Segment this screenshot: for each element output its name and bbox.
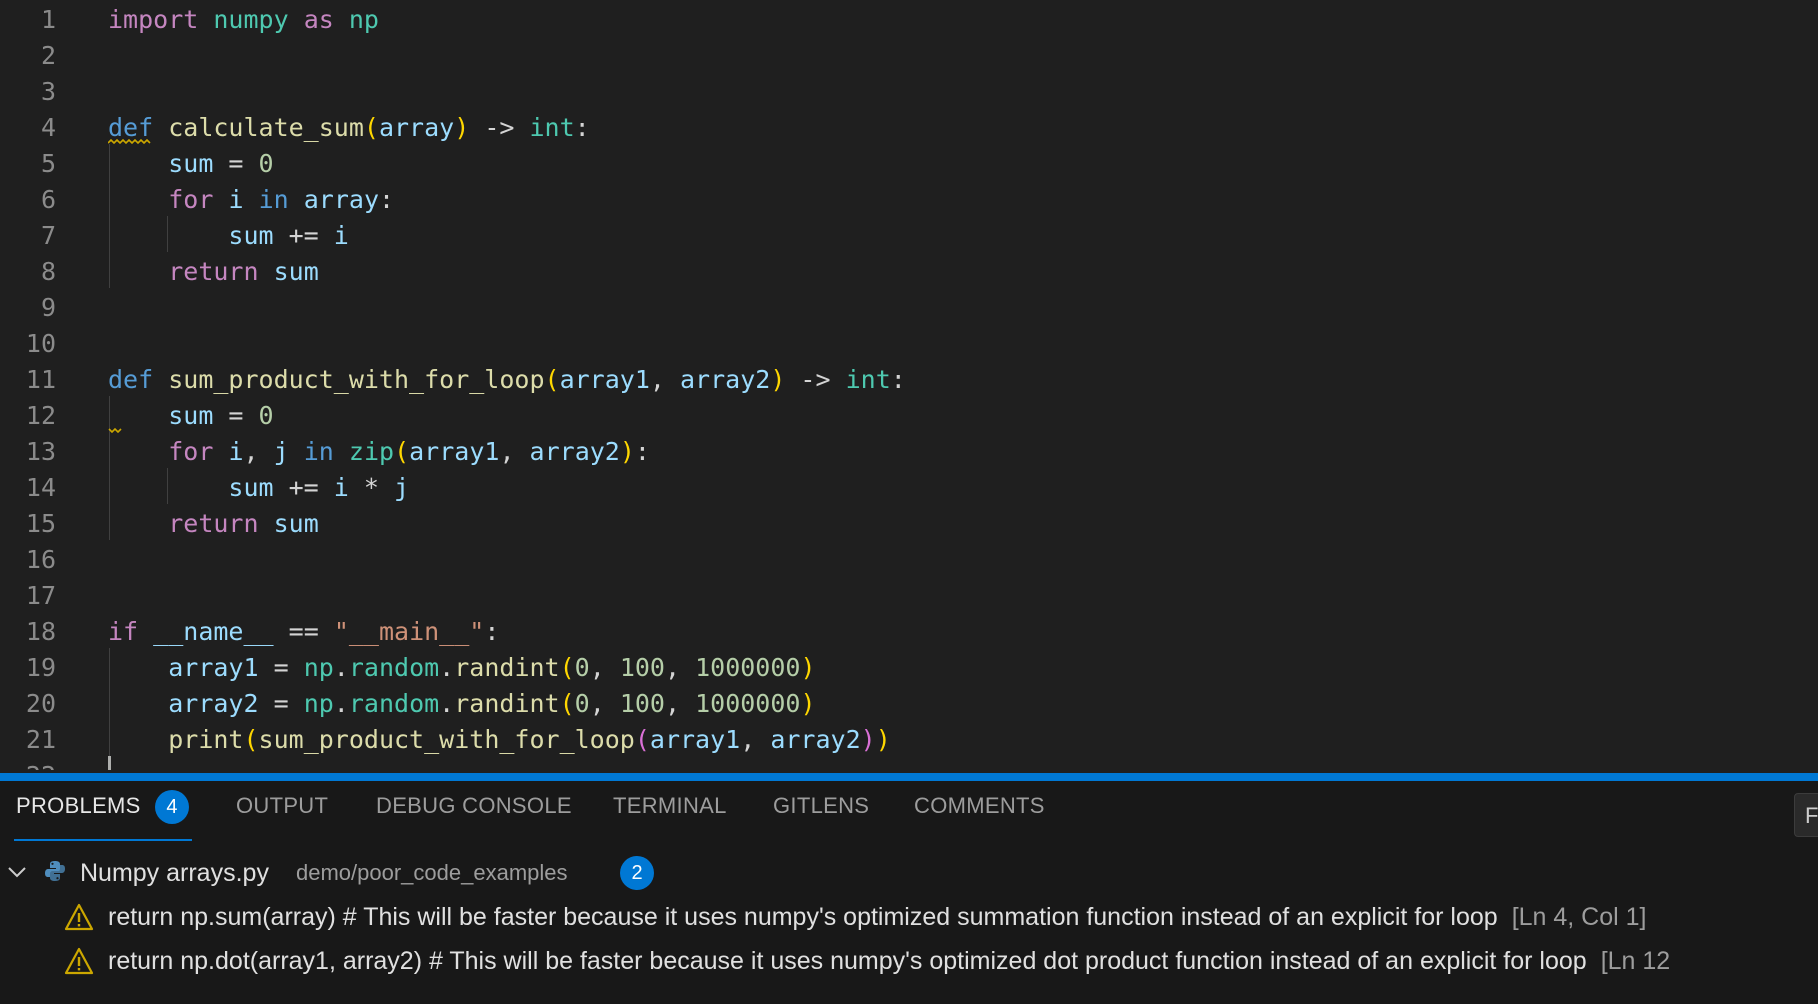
code-text: array2 = np.random.randint(0, 100, 10000…: [168, 689, 816, 718]
problem-location: [Ln 12: [1600, 947, 1671, 975]
line-number: 9: [40, 293, 56, 322]
problem-text: return np.dot(array1, array2) # This wil…: [108, 947, 1587, 975]
code-line[interactable]: 8 return sum: [0, 254, 1818, 290]
problem-item[interactable]: return np.dot(array1, array2) # This wil…: [0, 939, 1818, 983]
line-number: 4: [40, 113, 56, 142]
code-line[interactable]: 9: [0, 290, 1818, 326]
problem-item[interactable]: return np.sum(array) # This will be fast…: [0, 895, 1818, 939]
line-number: 12: [25, 401, 56, 430]
code-line[interactable]: 16: [0, 542, 1818, 578]
code-text: sum = 0: [168, 149, 274, 178]
line-number: 20: [25, 689, 56, 718]
line-number: 21: [25, 725, 56, 754]
indent-guide: [109, 648, 110, 756]
indent-guide: [109, 396, 110, 540]
line-number: 7: [40, 221, 56, 250]
chevron-down-icon[interactable]: [4, 859, 30, 885]
code-editor[interactable]: 1 import numpy as np 2 3 4 def calculate_sum(…: [0, 0, 1818, 770]
code-text: print(sum_product_with_for_loop(array1, …: [168, 725, 891, 754]
code-line[interactable]: 21 print(sum_product_with_for_loop(array…: [0, 722, 1818, 758]
file-problem-count-badge: 2: [620, 856, 654, 890]
indent-guide: [109, 144, 110, 288]
filter-input[interactable]: F: [1794, 793, 1818, 837]
code-line[interactable]: 6 for i in array:: [0, 182, 1818, 218]
line-number: 17: [25, 581, 56, 610]
code-line[interactable]: 3: [0, 74, 1818, 110]
code-line[interactable]: 18 if __name__ == "__main__":: [0, 614, 1818, 650]
line-number: 18: [25, 617, 56, 646]
code-text: import numpy as np: [108, 5, 379, 34]
active-tab-indicator: [14, 839, 192, 841]
code-text: sum += i * j: [228, 473, 410, 502]
line-number: 11: [25, 365, 56, 394]
warning-icon: [64, 947, 94, 975]
code-line[interactable]: 1 import numpy as np: [0, 2, 1818, 38]
code-text: def calculate_sum(array) -> int:: [108, 113, 590, 142]
line-number: 6: [40, 185, 56, 214]
warning-squiggle[interactable]: [108, 427, 124, 433]
problem-file-name: Numpy arrays.py: [80, 859, 269, 887]
tab-comments[interactable]: COMMENTS: [914, 781, 1045, 831]
line-number: 22: [0, 758, 56, 770]
panel-tabs: PROBLEMS 4 OUTPUT DEBUG CONSOLE TERMINAL…: [0, 781, 1818, 837]
tab-terminal[interactable]: TERMINAL: [613, 781, 727, 831]
text-cursor: [108, 756, 111, 770]
warning-squiggle[interactable]: [108, 139, 152, 145]
python-file-icon: [45, 861, 65, 881]
code-line[interactable]: 7 sum += i: [0, 218, 1818, 254]
tab-output[interactable]: OUTPUT: [236, 781, 328, 831]
code-line[interactable]: 12 sum = 0: [0, 398, 1818, 434]
code-line[interactable]: 19 array1 = np.random.randint(0, 100, 10…: [0, 650, 1818, 686]
code-line[interactable]: 20 array2 = np.random.randint(0, 100, 10…: [0, 686, 1818, 722]
code-line[interactable]: 17: [0, 578, 1818, 614]
line-number: 8: [40, 257, 56, 286]
code-line[interactable]: 10: [0, 326, 1818, 362]
problem-message: return np.dot(array1, array2) # This wil…: [108, 939, 1670, 983]
problem-file-path: demo/poor_code_examples: [296, 860, 568, 885]
tab-problems-label: PROBLEMS: [16, 793, 141, 818]
code-text: return sum: [168, 257, 319, 286]
line-number: 5: [40, 149, 56, 178]
problems-count-badge: 4: [155, 790, 190, 825]
line-number: 14: [25, 473, 56, 502]
code-line[interactable]: 11 def sum_product_with_for_loop(array1, …: [0, 362, 1818, 398]
line-number: 13: [25, 437, 56, 466]
code-text: sum = 0: [168, 401, 274, 430]
code-line[interactable]: 4 def calculate_sum(array) -> int:: [0, 110, 1818, 146]
problem-message: return np.sum(array) # This will be fast…: [108, 895, 1647, 939]
panel-resize-sash[interactable]: [0, 773, 1818, 781]
line-number: 10: [25, 329, 56, 358]
problems-file-group[interactable]: Numpy arrays.py demo/poor_code_examples …: [0, 851, 1818, 895]
code-text: return sum: [168, 509, 319, 538]
tab-problems[interactable]: PROBLEMS 4: [16, 781, 190, 831]
code-text: def sum_product_with_for_loop(array1, ar…: [108, 365, 906, 394]
code-text: sum += i: [228, 221, 349, 250]
problem-text: return np.sum(array) # This will be fast…: [108, 903, 1498, 931]
code-text: if __name__ == "__main__":: [108, 617, 500, 646]
code-line[interactable]: 15 return sum: [0, 506, 1818, 542]
code-line[interactable]: 5 sum = 0: [0, 146, 1818, 182]
tab-gitlens[interactable]: GITLENS: [773, 781, 869, 831]
code-text: array1 = np.random.randint(0, 100, 10000…: [168, 653, 816, 682]
tab-debug-console[interactable]: DEBUG CONSOLE: [376, 781, 572, 831]
bottom-panel: PROBLEMS 4 OUTPUT DEBUG CONSOLE TERMINAL…: [0, 781, 1818, 1004]
indent-guide: [167, 216, 168, 252]
line-number: 1: [40, 5, 56, 34]
line-number: 15: [25, 509, 56, 538]
line-number: 2: [40, 41, 56, 70]
line-number: 3: [40, 77, 56, 106]
line-number: 16: [25, 545, 56, 574]
code-line[interactable]: 2: [0, 38, 1818, 74]
warning-icon: [64, 903, 94, 931]
problem-location: [Ln 4, Col 1]: [1511, 903, 1647, 931]
indent-guide: [167, 468, 168, 504]
code-text: for i in array:: [168, 185, 395, 214]
code-line[interactable]: 14 sum += i * j: [0, 470, 1818, 506]
code-text: for i, j in zip(array1, array2):: [168, 437, 650, 466]
code-line[interactable]: 13 for i, j in zip(array1, array2):: [0, 434, 1818, 470]
code-line[interactable]: 22: [0, 758, 1818, 770]
line-number: 19: [25, 653, 56, 682]
